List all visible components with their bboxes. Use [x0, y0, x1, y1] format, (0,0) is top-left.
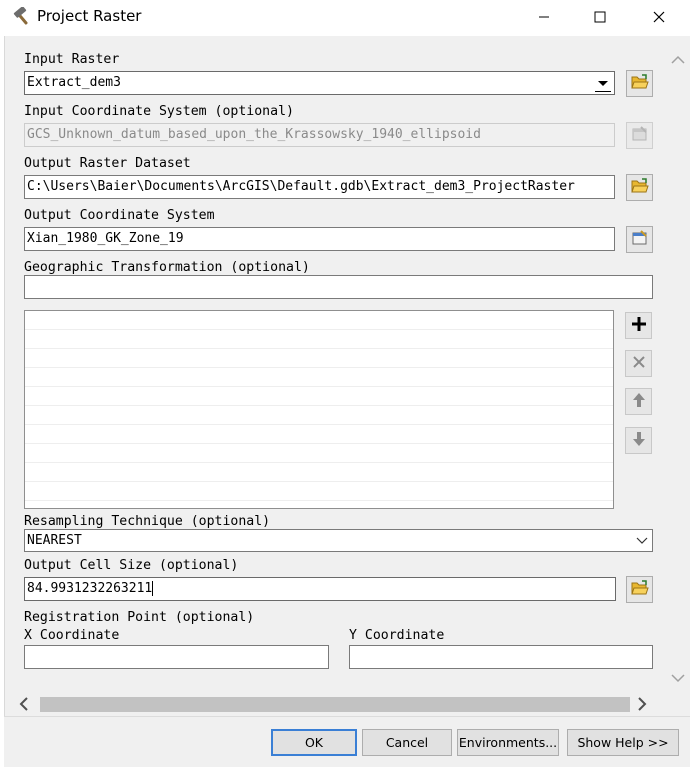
input-coord-value: GCS_Unknown_datum_based_upon_the_Krassow…	[27, 127, 481, 142]
window-title: Project Raster	[37, 7, 142, 25]
remove-button	[625, 350, 652, 377]
plus-icon	[631, 316, 647, 336]
horizontal-scroll-thumb[interactable]	[40, 697, 630, 712]
input-coord-properties-button	[626, 122, 653, 149]
output-raster-value: C:\Users\Baier\Documents\ArcGIS\Default.…	[27, 179, 575, 194]
list-item[interactable]	[25, 329, 613, 330]
add-button[interactable]	[625, 312, 652, 339]
list-item[interactable]	[25, 386, 613, 387]
cell-size-input[interactable]: 84.9931232263211	[24, 577, 616, 601]
move-up-button	[625, 388, 652, 415]
scroll-left-icon[interactable]	[14, 694, 34, 714]
input-raster-combo[interactable]: Extract_dem3	[24, 71, 615, 95]
cell-size-label: Output Cell Size (optional)	[24, 558, 239, 573]
cell-size-browse-button[interactable]	[626, 576, 653, 603]
y-coordinate-label: Y Coordinate	[349, 628, 445, 643]
cancel-button[interactable]: Cancel	[362, 729, 452, 756]
list-item[interactable]	[25, 500, 613, 501]
title-bar: Project Raster	[0, 0, 693, 34]
registration-label: Registration Point (optional)	[24, 610, 255, 625]
list-item[interactable]	[25, 424, 613, 425]
list-item[interactable]	[25, 443, 613, 444]
geo-transform-label: Geographic Transformation (optional)	[24, 260, 310, 275]
dropdown-arrow-icon[interactable]	[595, 74, 611, 92]
list-item[interactable]	[25, 462, 613, 463]
input-raster-value: Extract_dem3	[27, 75, 121, 90]
x-icon	[632, 354, 646, 373]
chevron-down-icon	[636, 533, 648, 551]
output-coord-value: Xian_1980_GK_Zone_19	[27, 231, 184, 246]
list-item[interactable]	[25, 481, 613, 482]
geo-transform-input[interactable]	[24, 275, 653, 299]
maximize-button[interactable]	[577, 0, 623, 34]
minimize-button[interactable]	[521, 0, 567, 34]
maximize-icon	[594, 8, 606, 27]
output-coord-properties-button[interactable]	[626, 226, 653, 253]
scroll-down-icon[interactable]	[671, 668, 685, 687]
output-coord-field[interactable]: Xian_1980_GK_Zone_19	[24, 227, 615, 251]
list-item[interactable]	[25, 405, 613, 406]
input-raster-label: Input Raster	[24, 52, 120, 67]
output-raster-browse-button[interactable]	[626, 174, 653, 201]
input-raster-browse-button[interactable]	[626, 70, 653, 97]
input-coord-field: GCS_Unknown_datum_based_upon_the_Krassow…	[24, 123, 615, 147]
resampling-value: NEAREST	[27, 533, 82, 548]
properties-icon	[631, 229, 649, 250]
arrow-up-icon	[632, 392, 646, 412]
output-coord-label: Output Coordinate System	[24, 208, 215, 223]
resampling-label: Resampling Technique (optional)	[24, 514, 271, 529]
cell-size-value: 84.9931232263211	[27, 581, 153, 596]
vertical-scrollbar[interactable]	[668, 40, 688, 690]
folder-open-icon	[630, 177, 649, 198]
scroll-right-icon[interactable]	[632, 694, 652, 714]
input-coord-label: Input Coordinate System (optional)	[24, 104, 294, 119]
move-down-button	[625, 427, 652, 454]
close-icon	[653, 8, 665, 27]
output-raster-label: Output Raster Dataset	[24, 156, 191, 171]
scroll-up-icon[interactable]	[671, 50, 685, 69]
list-item[interactable]	[25, 348, 613, 349]
y-coordinate-input[interactable]	[349, 645, 653, 669]
x-coordinate-label: X Coordinate	[24, 628, 120, 643]
arrow-down-icon	[632, 431, 646, 451]
folder-open-icon	[630, 579, 649, 600]
text-cursor	[152, 581, 154, 596]
show-help-button[interactable]: Show Help >>	[567, 729, 679, 756]
transformation-list[interactable]	[24, 310, 614, 509]
resampling-select[interactable]: NEAREST	[24, 529, 653, 552]
properties-icon	[631, 125, 649, 146]
hammer-icon	[12, 6, 34, 27]
close-button[interactable]	[636, 0, 682, 34]
environments-button[interactable]: Environments...	[457, 729, 559, 756]
minimize-icon	[538, 8, 550, 27]
x-coordinate-input[interactable]	[24, 645, 329, 669]
list-item[interactable]	[25, 367, 613, 368]
output-raster-input[interactable]: C:\Users\Baier\Documents\ArcGIS\Default.…	[24, 175, 615, 199]
folder-open-icon	[630, 73, 649, 94]
ok-button[interactable]: OK	[271, 729, 357, 756]
